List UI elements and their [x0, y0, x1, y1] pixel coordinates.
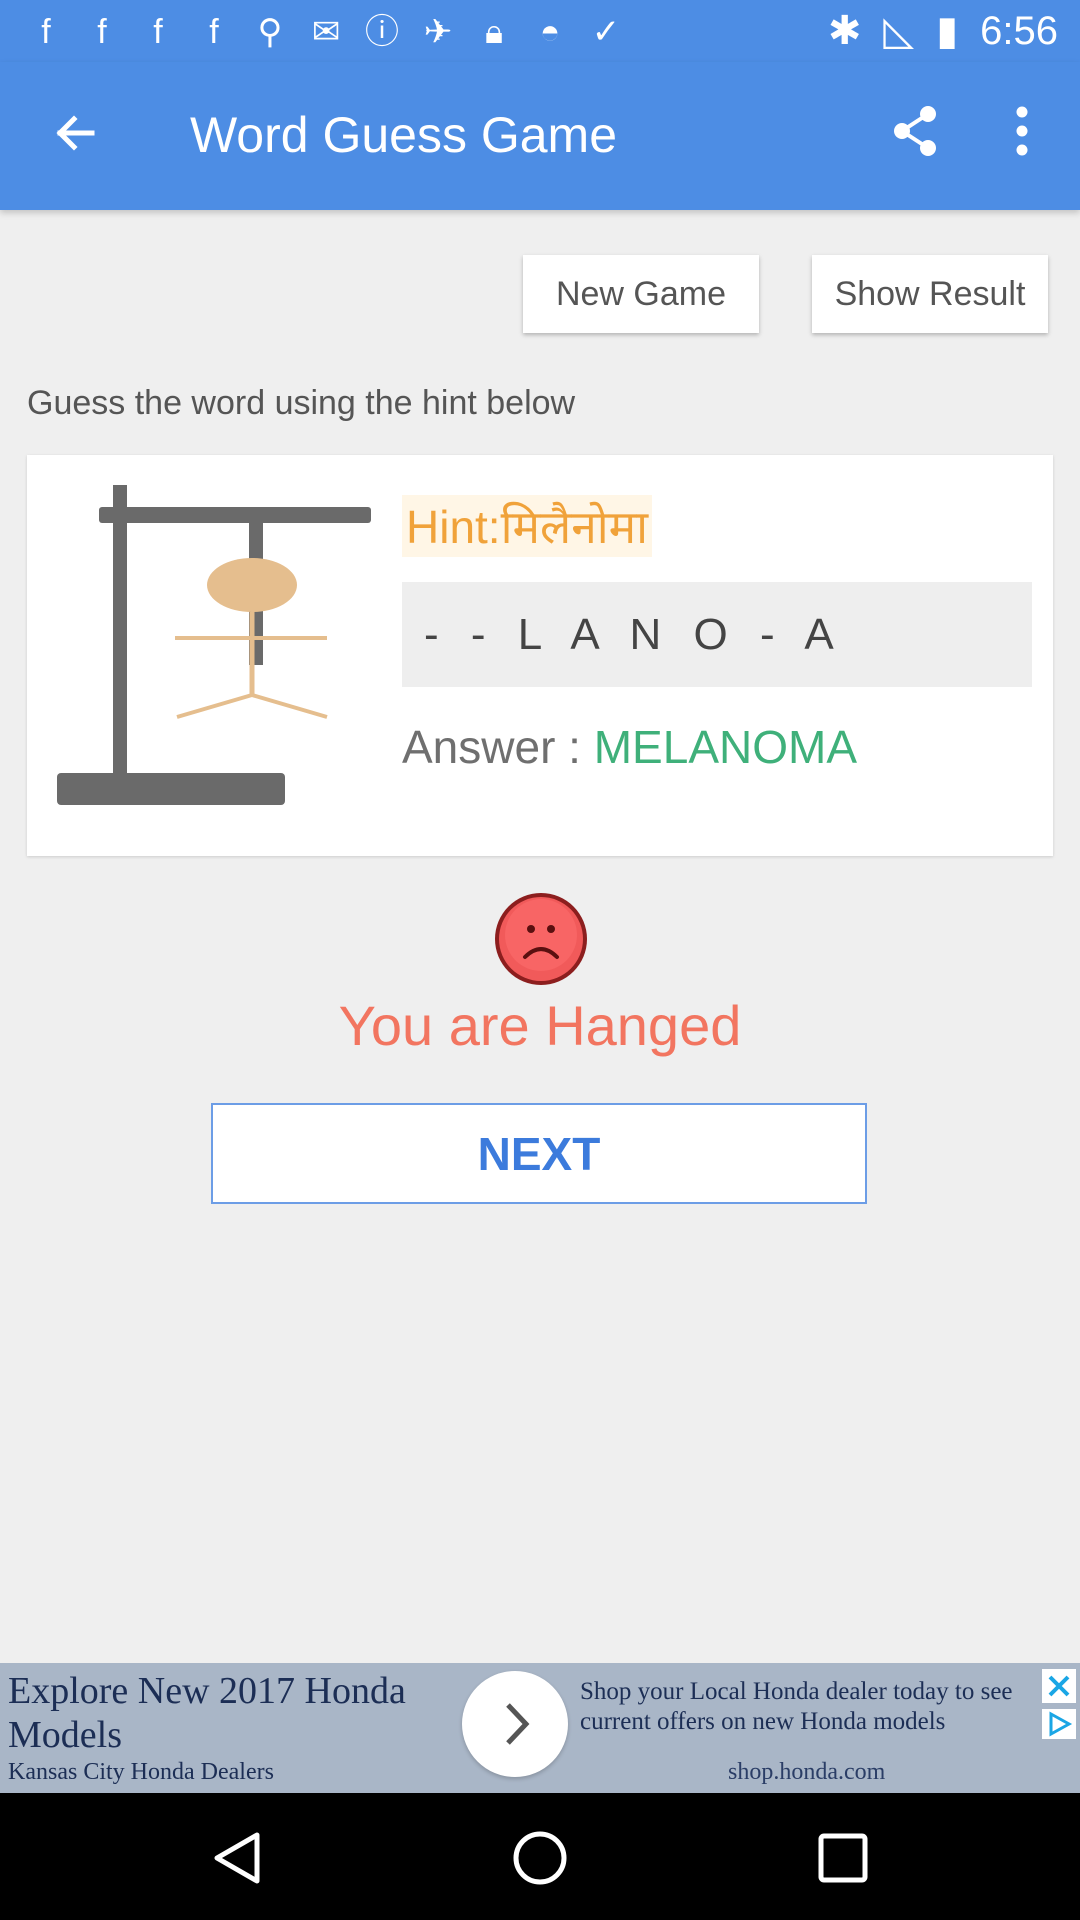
ad-banner[interactable]: Explore New 2017 Honda Models Kansas Cit…	[0, 1663, 1080, 1793]
app-title: Word Guess Game	[190, 107, 618, 163]
notification-icons: f f f f ⚲ ✉ ⓘ ✈ 🔒︎ ◓ ✓	[28, 14, 624, 50]
ad-close-icon[interactable]	[1042, 1669, 1076, 1703]
more-options-icon[interactable]	[1000, 96, 1050, 166]
battery-icon: ▮	[936, 9, 959, 53]
navigation-bar	[0, 1793, 1080, 1920]
sad-face-icon	[493, 891, 589, 987]
nav-recent-apps-icon[interactable]	[808, 1823, 878, 1893]
lock-icon: 🔒︎	[484, 13, 504, 51]
hint-value: मिलैनोमा	[500, 501, 649, 553]
next-button[interactable]: NEXT	[211, 1103, 867, 1204]
tray-check-icon: ✓	[591, 13, 621, 51]
status-bar: f f f f ⚲ ✉ ⓘ ✈ 🔒︎ ◓ ✓ ✱ ◺ ▮ 6:56	[0, 0, 1080, 62]
instructions-text: Guess the word using the hint below	[27, 384, 576, 422]
facebook-icon: f	[153, 13, 163, 51]
status-time: 6:56	[980, 8, 1058, 53]
answer-value: MELANOMA	[593, 721, 857, 773]
no-sim-icon: ◺	[883, 9, 915, 53]
new-game-button[interactable]: New Game	[523, 255, 759, 333]
nav-home-icon[interactable]	[505, 1823, 575, 1893]
mail-icon: ✉	[311, 13, 341, 51]
satellite-icon: ✈	[423, 13, 453, 51]
share-icon[interactable]	[880, 96, 950, 166]
pin-icon: ⚲	[257, 13, 283, 51]
system-icons: ✱ ◺ ▮ 6:56	[828, 8, 1058, 54]
answer: Answer : MELANOMA	[402, 720, 857, 774]
android-icon: ◓	[539, 13, 561, 51]
ad-headline[interactable]: Explore New 2017 Honda Models	[8, 1669, 448, 1757]
nav-back-icon[interactable]	[203, 1823, 273, 1893]
ad-arrow-icon[interactable]	[462, 1671, 568, 1777]
hint: Hint:मिलैनोमा	[402, 495, 653, 557]
info-icon: ⓘ	[365, 13, 399, 51]
result-message: You are Hanged	[338, 994, 742, 1057]
answer-label: Answer :	[402, 721, 594, 773]
masked-word: - - L A N O - A	[402, 582, 1032, 687]
ad-domain: shop.honda.com	[728, 1759, 886, 1785]
facebook-icon: f	[97, 13, 107, 51]
ad-body: Shop your Local Honda dealer today to se…	[580, 1678, 1013, 1735]
facebook-icon: f	[41, 13, 51, 51]
hangman-gallows-image	[27, 455, 387, 856]
app-bar: Word Guess Game	[0, 62, 1080, 210]
back-arrow-icon[interactable]	[40, 98, 110, 168]
hint-label: Hint:	[406, 501, 501, 553]
ad-choices-icon[interactable]	[1042, 1709, 1076, 1739]
ad-advertiser: Kansas City Honda Dealers	[8, 1759, 274, 1785]
bluetooth-icon: ✱	[827, 9, 862, 53]
show-result-button[interactable]: Show Result	[812, 255, 1048, 333]
facebook-icon: f	[209, 13, 219, 51]
